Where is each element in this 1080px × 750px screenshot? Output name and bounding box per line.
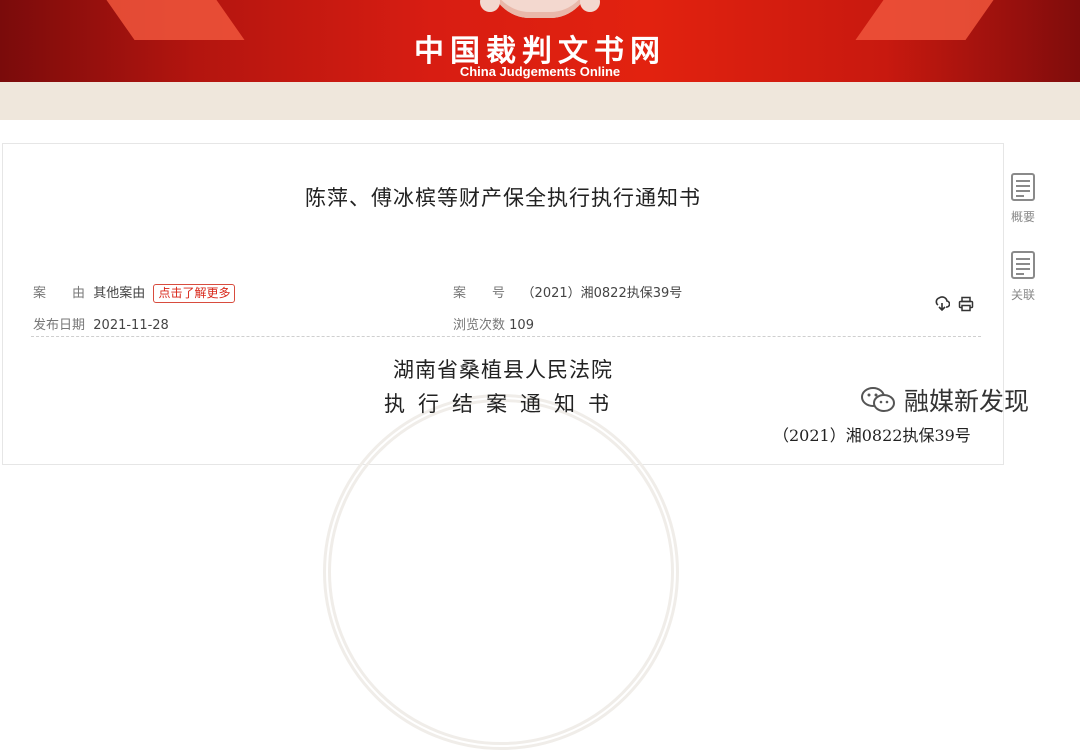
sidebar-item-related[interactable]: 关联 <box>1006 250 1040 303</box>
document-title: 陈萍、傅冰槟等财产保全执行执行通知书 <box>305 186 701 210</box>
download-icon[interactable] <box>934 296 950 312</box>
summary-icon <box>1011 173 1035 201</box>
learn-more-link[interactable]: 点击了解更多 <box>153 284 236 303</box>
court-emblem-watermark <box>323 394 679 750</box>
sidebar-item-label: 关联 <box>1010 288 1035 302</box>
source-watermark: 融媒新发现 <box>860 382 1029 418</box>
header-strip <box>0 82 1080 120</box>
header-banner: 中国裁判文书网 China Judgements Online <box>0 0 1080 82</box>
sidebar-item-label: 概要 <box>1010 210 1035 224</box>
court-name: 湖南省桑植县人民法院 <box>393 358 613 382</box>
meta-cause: 案 由 其他案由 点击了解更多 <box>33 282 236 303</box>
document-card: 陈萍、傅冰槟等财产保全执行执行通知书 案 由 其他案由 点击了解更多 案 号 （… <box>2 143 1004 750</box>
meta-views-key: 浏览次数 <box>453 318 506 333</box>
meta-date-value: 2021-11-28 <box>93 318 169 333</box>
site-subtitle: China Judgements Online <box>459 64 621 79</box>
body-case-number: （2021）湘0822执保39号 <box>773 426 971 445</box>
wechat-icon <box>861 387 895 412</box>
meta-views-value: 109 <box>509 318 534 333</box>
meta-date-key: 发布日期 <box>33 318 86 333</box>
meta-cause-key: 案 由 <box>33 286 86 301</box>
meta-case-number-key: 案 号 <box>453 286 506 301</box>
meta-date: 发布日期 2021-11-28 <box>33 314 169 333</box>
meta-views: 浏览次数 109 <box>453 314 534 333</box>
document-type: 执行结案通知书 <box>384 392 622 416</box>
national-emblem-icon <box>480 0 600 18</box>
print-icon[interactable] <box>958 296 974 312</box>
meta-case-number-value: （2021）湘0822执保39号 <box>521 286 683 301</box>
meta-divider <box>31 336 981 337</box>
related-icon <box>1011 251 1035 279</box>
meta-cause-value: 其他案由 <box>93 286 146 301</box>
sidebar-item-summary[interactable]: 概要 <box>1006 172 1040 225</box>
meta-case-number: 案 号 （2021）湘0822执保39号 <box>453 282 682 301</box>
source-label: 融媒新发现 <box>903 387 1029 416</box>
